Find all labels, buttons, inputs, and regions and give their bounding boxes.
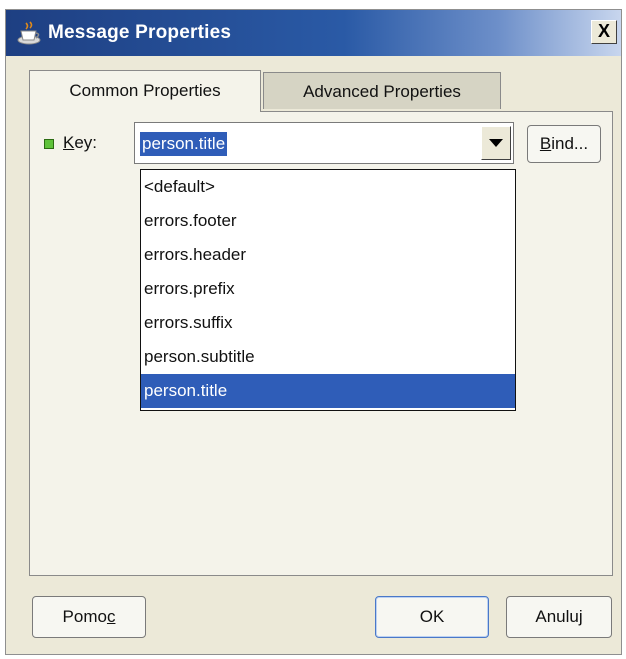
key-combobox-value[interactable]: person.title <box>140 132 228 156</box>
dropdown-item-default[interactable]: <default> <box>141 170 515 204</box>
window-title: Message Properties <box>48 22 232 43</box>
help-button-text: Pomo <box>62 607 107 626</box>
dropdown-item-person-title[interactable]: person.title <box>141 374 515 408</box>
ok-button[interactable]: OK <box>375 596 489 638</box>
cancel-button[interactable]: Anuluj <box>506 596 612 638</box>
dropdown-item-person-subtitle[interactable]: person.subtitle <box>141 340 515 374</box>
bind-button[interactable]: Bind... <box>527 125 601 163</box>
tab-common-properties[interactable]: Common Properties <box>29 70 261 112</box>
dropdown-arrow-button[interactable] <box>481 126 511 160</box>
key-label-mnemonic: K <box>63 133 75 152</box>
tab-advanced-properties[interactable]: Advanced Properties <box>263 72 501 109</box>
dropdown-item-errors-footer[interactable]: errors.footer <box>141 204 515 238</box>
title-bar[interactable]: Message Properties X <box>6 10 621 56</box>
close-icon: X <box>597 21 610 41</box>
message-properties-dialog: Message Properties X Common Properties A… <box>5 9 622 655</box>
bind-button-text: ind... <box>551 134 589 153</box>
coffee-cup-icon <box>17 21 41 45</box>
close-button[interactable]: X <box>591 20 617 44</box>
dropdown-item-errors-header[interactable]: errors.header <box>141 238 515 272</box>
key-combobox[interactable]: person.title <box>134 122 514 164</box>
key-dropdown-list[interactable]: <default> errors.footer errors.header er… <box>140 169 516 411</box>
required-indicator-icon <box>44 139 54 149</box>
help-button-mnemonic: c <box>106 607 116 626</box>
dropdown-item-errors-suffix[interactable]: errors.suffix <box>141 306 515 340</box>
key-label-text: ey: <box>74 133 98 152</box>
bind-button-mnemonic: B <box>539 134 552 153</box>
dropdown-item-errors-prefix[interactable]: errors.prefix <box>141 272 515 306</box>
key-label: Key: <box>63 130 97 156</box>
help-button[interactable]: Pomoc <box>32 596 146 638</box>
